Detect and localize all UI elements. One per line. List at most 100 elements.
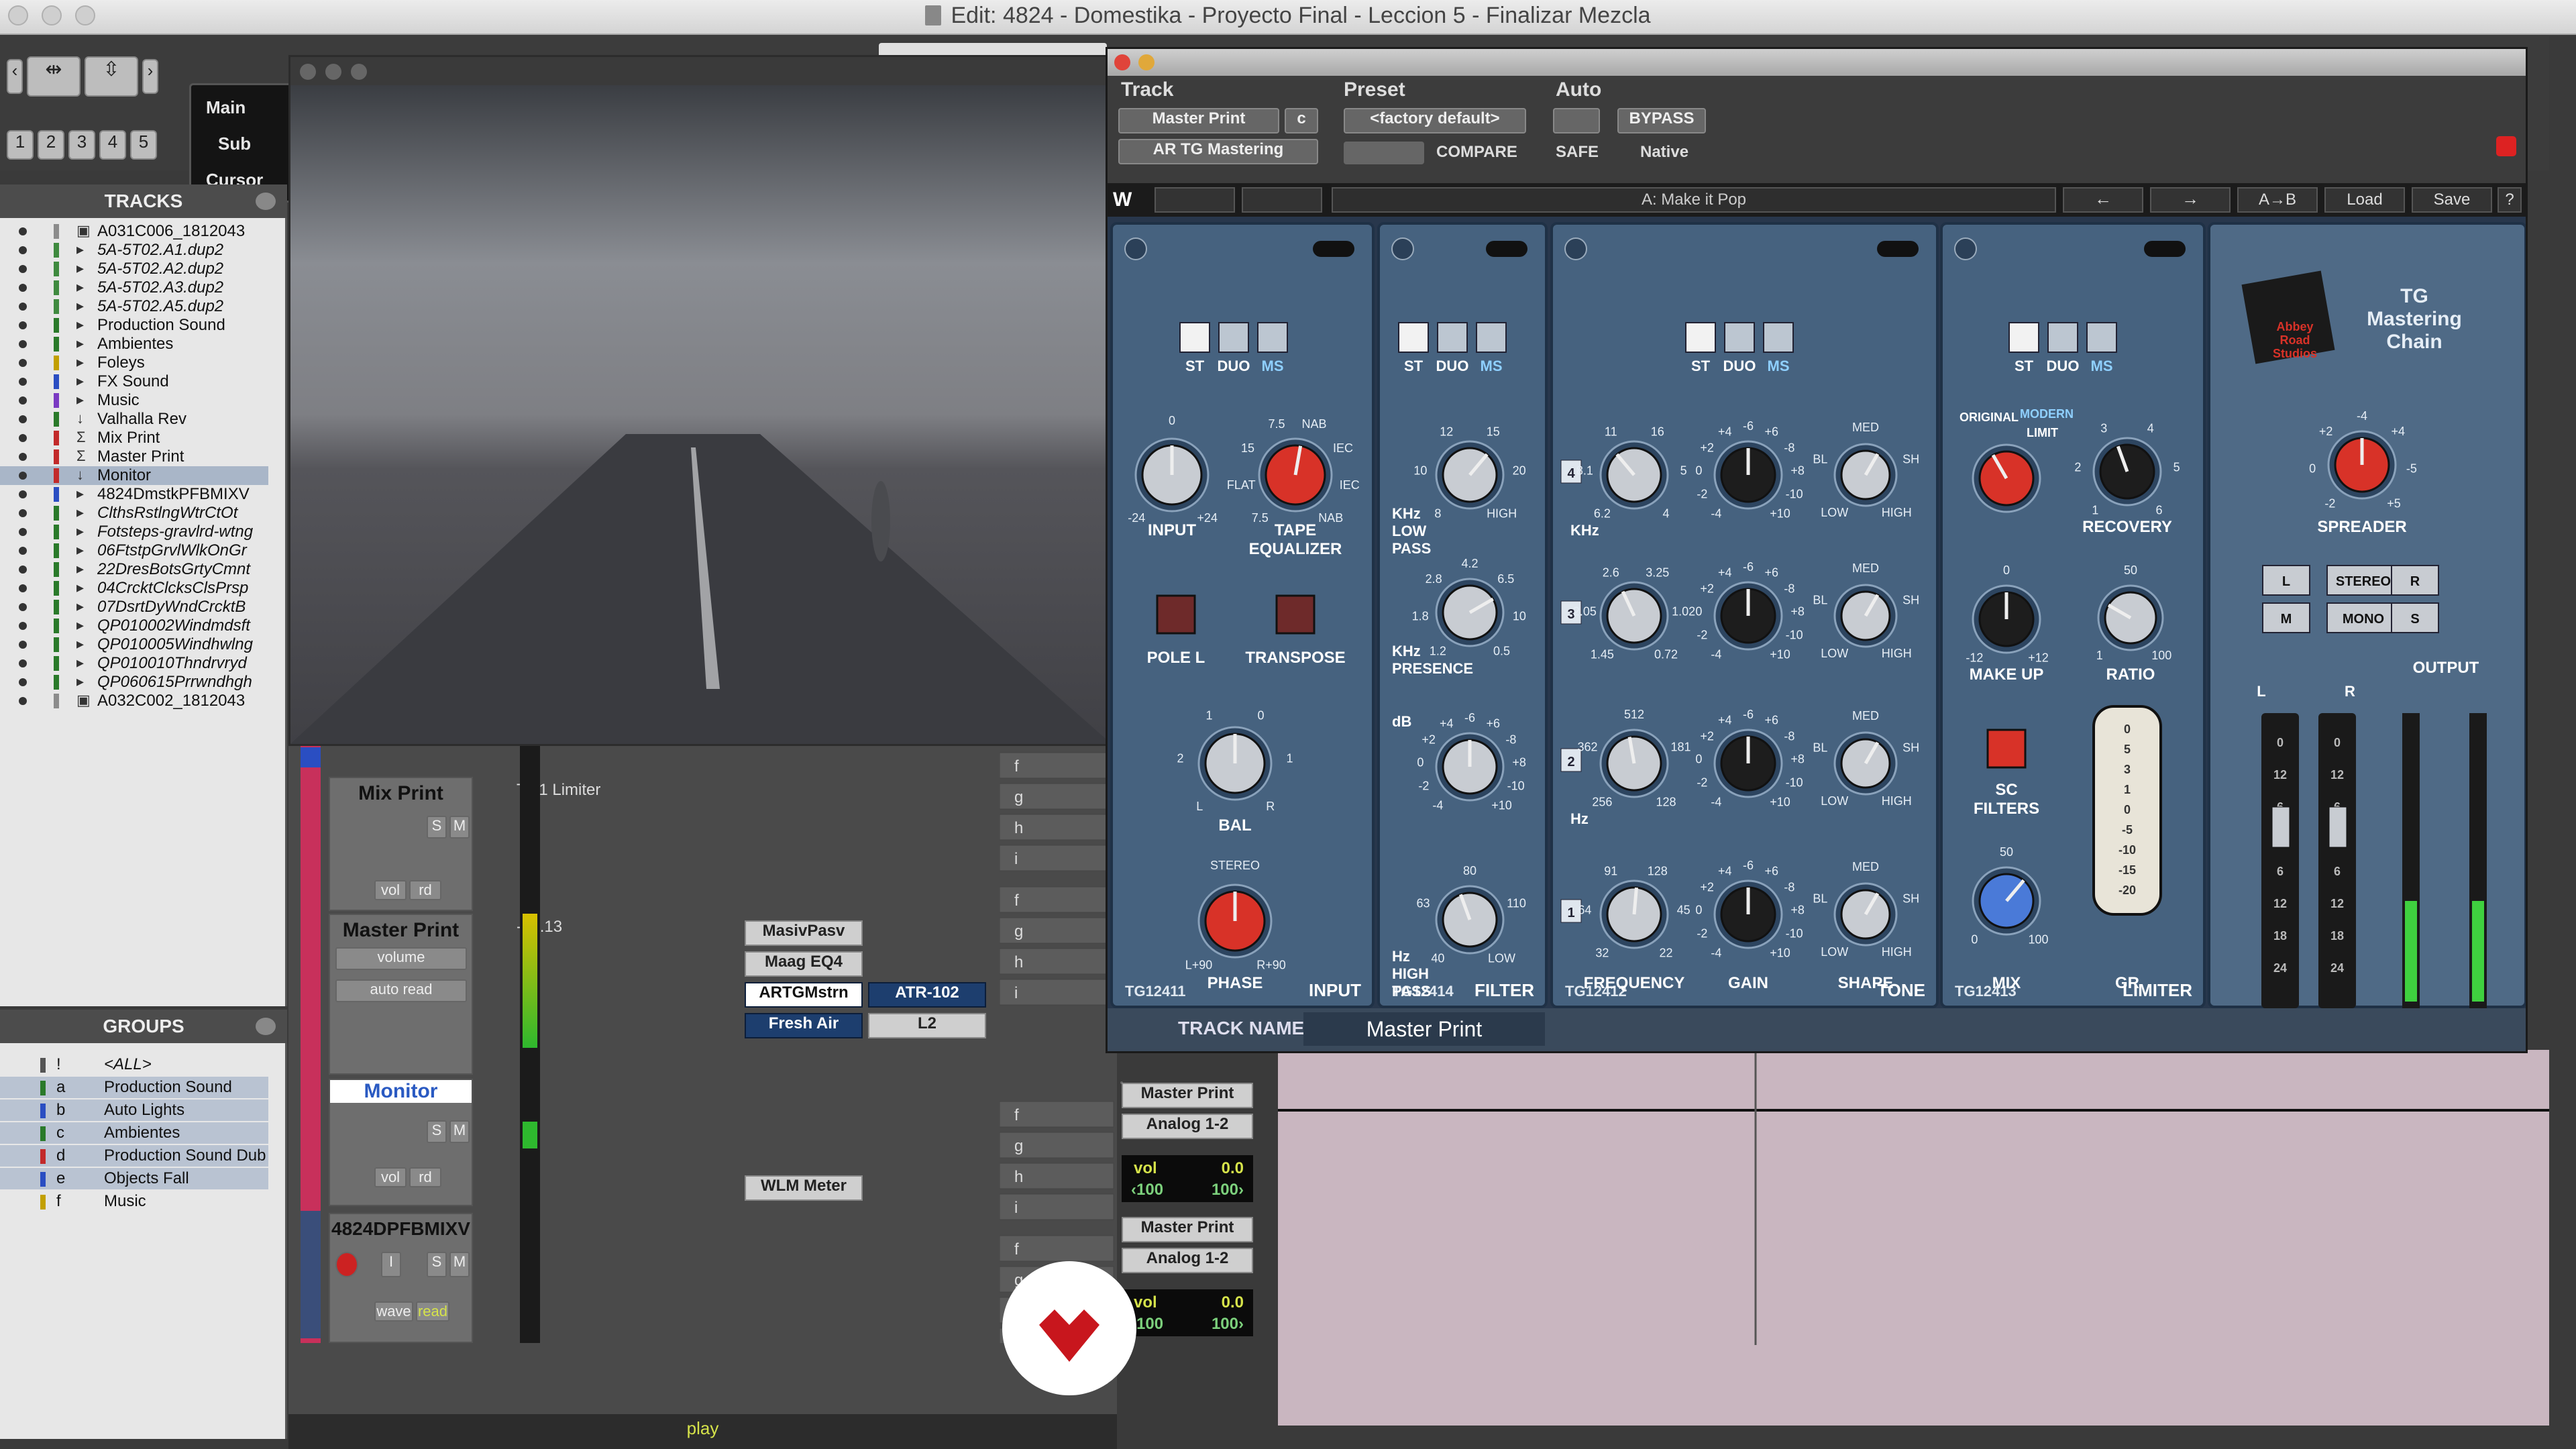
tracks-menu-icon[interactable] bbox=[256, 193, 276, 210]
track-row[interactable]: ▸ Production Sound bbox=[0, 316, 268, 335]
monitor-input[interactable]: Analog 1-2 bbox=[1122, 1114, 1253, 1139]
track-row[interactable]: ▸ FX Sound bbox=[0, 372, 268, 391]
help-button[interactable]: ? bbox=[2498, 187, 2522, 213]
track-show-dot[interactable] bbox=[19, 584, 27, 592]
track-row[interactable]: ▸ 5A-5T02.A5.dup2 bbox=[0, 297, 268, 316]
group-row[interactable]: a Production Sound bbox=[0, 1077, 268, 1098]
load-button[interactable]: Load bbox=[2324, 187, 2405, 213]
track-show-dot[interactable] bbox=[19, 678, 27, 686]
group-row[interactable]: ! <ALL> bbox=[0, 1054, 268, 1075]
track-row[interactable]: ▸ 5A-5T02.A3.dup2 bbox=[0, 278, 268, 297]
track-row[interactable]: ▸ 04CrcktClcksClsPrsp bbox=[0, 579, 268, 598]
track-show-dot[interactable] bbox=[19, 472, 27, 480]
sc-filters-button[interactable] bbox=[1986, 729, 2027, 769]
track-row[interactable]: ▸ Foleys bbox=[0, 354, 268, 372]
strip-name[interactable]: Master Print bbox=[330, 919, 472, 942]
track-show-dot[interactable] bbox=[19, 227, 27, 235]
tone-mode-duo[interactable] bbox=[1724, 322, 1755, 353]
save-button[interactable]: Save bbox=[2412, 187, 2492, 213]
insert-maag-eq4[interactable]: Maag EQ4 bbox=[745, 951, 863, 977]
safe-button[interactable]: SAFE bbox=[1556, 143, 1599, 162]
band1-frequency-knob[interactable] bbox=[1599, 879, 1669, 949]
track-show-dot[interactable] bbox=[19, 641, 27, 649]
track-row[interactable]: Σ Mix Print bbox=[0, 429, 268, 447]
undo-button[interactable] bbox=[1155, 187, 1235, 213]
track-input[interactable]: Analog 1-2 bbox=[1122, 1248, 1253, 1273]
tone-mode-st[interactable] bbox=[1685, 322, 1716, 353]
makeup-knob[interactable] bbox=[1972, 584, 2041, 654]
group-row[interactable]: c Ambientes bbox=[0, 1122, 268, 1144]
track-show-dot[interactable] bbox=[19, 622, 27, 630]
power-icon[interactable] bbox=[1124, 237, 1147, 260]
recovery-knob[interactable] bbox=[2092, 437, 2162, 506]
input-monitor-button[interactable]: I bbox=[381, 1252, 401, 1277]
toggle-switch[interactable] bbox=[1486, 241, 1527, 257]
automation-mode[interactable]: volume bbox=[335, 947, 467, 970]
track-row[interactable]: ▸ QP010005Windhwlng bbox=[0, 635, 268, 654]
limiter-mode-st[interactable] bbox=[2008, 322, 2039, 353]
track-row[interactable]: ▸ Ambientes bbox=[0, 335, 268, 354]
balance-knob[interactable] bbox=[1197, 726, 1273, 801]
input-knob[interactable] bbox=[1134, 437, 1210, 513]
solo-button[interactable]: S bbox=[427, 1252, 447, 1277]
band2-shape-knob[interactable] bbox=[1833, 731, 1898, 796]
group-row[interactable]: f Music bbox=[0, 1191, 268, 1212]
zoom-preset-3[interactable]: 3 bbox=[68, 130, 95, 160]
group-row[interactable]: b Auto Lights bbox=[0, 1099, 268, 1121]
video-zoom-button[interactable] bbox=[351, 64, 367, 80]
group-row[interactable]: d Production Sound Dub bbox=[0, 1145, 268, 1167]
track-row[interactable]: ▸ Fotsteps-gravlrd-wtng bbox=[0, 523, 268, 541]
filter-mode-ms[interactable] bbox=[1476, 322, 1507, 353]
track-row[interactable]: ▸ QP010010Thndrvryd bbox=[0, 654, 268, 673]
high-pass-knob[interactable] bbox=[1435, 885, 1505, 955]
band1-shape-knob[interactable] bbox=[1833, 882, 1898, 947]
automation-icon[interactable] bbox=[1553, 108, 1600, 133]
video-window[interactable] bbox=[288, 55, 1114, 746]
track-show-dot[interactable] bbox=[19, 246, 27, 254]
track-row[interactable]: ▸ 4824DmstkPFBMIXV bbox=[0, 485, 268, 504]
track-name-value[interactable]: Master Print bbox=[1303, 1012, 1545, 1046]
filter-mode-st[interactable] bbox=[1398, 322, 1429, 353]
band1-gain-knob[interactable] bbox=[1713, 879, 1783, 949]
preset-arrows-icon[interactable] bbox=[1344, 142, 1424, 164]
edit-timeline[interactable] bbox=[1278, 1050, 2553, 1426]
track-row[interactable]: ▸ 07DsrtDyWndCrcktB bbox=[0, 598, 268, 616]
track-row[interactable]: Σ Master Print bbox=[0, 447, 268, 466]
track-row[interactable]: ▸ QP060615Prrwndhgh bbox=[0, 673, 268, 692]
mute-button[interactable]: M bbox=[449, 816, 470, 839]
power-icon[interactable] bbox=[1391, 237, 1414, 260]
toggle-switch[interactable] bbox=[1313, 241, 1354, 257]
track-row[interactable]: ↓ Valhalla Rev bbox=[0, 410, 268, 429]
track-show-dot[interactable] bbox=[19, 396, 27, 405]
compare-button[interactable]: COMPARE bbox=[1436, 143, 1517, 162]
input-mode-st[interactable] bbox=[1179, 322, 1210, 353]
track-row[interactable]: ▸ 5A-5T02.A1.dup2 bbox=[0, 241, 268, 260]
insert-wlm-meter[interactable]: WLM Meter bbox=[745, 1175, 863, 1201]
ratio-knob[interactable] bbox=[2097, 584, 2164, 651]
track-row[interactable]: ▣ A031C006_1812043 bbox=[0, 222, 268, 241]
zoom-vertical-icon[interactable]: ⇳ bbox=[85, 56, 138, 97]
track-row[interactable]: ▸ 06FtstpGrvlWlkOnGr bbox=[0, 541, 268, 560]
band4-shape-knob[interactable] bbox=[1833, 443, 1898, 507]
track-row[interactable]: ▸ QP010002Windmdsft bbox=[0, 616, 268, 635]
track-selector[interactable]: Master Print bbox=[1118, 108, 1279, 133]
dsp-toggle-icon[interactable] bbox=[2496, 136, 2516, 156]
track-row[interactable]: ↓ Monitor bbox=[0, 466, 268, 485]
limit-mode-knob[interactable] bbox=[1972, 443, 2041, 513]
input-mode-duo[interactable] bbox=[1218, 322, 1249, 353]
track-show-dot[interactable] bbox=[19, 265, 27, 273]
view-mode[interactable]: wave bbox=[374, 1301, 413, 1322]
read-mode[interactable]: read bbox=[416, 1301, 449, 1322]
toggle-switch[interactable] bbox=[2144, 241, 2186, 257]
track-show-dot[interactable] bbox=[19, 303, 27, 311]
mix-knob[interactable] bbox=[1972, 866, 2041, 936]
band3-gain-knob[interactable] bbox=[1713, 581, 1783, 651]
band3-shape-knob[interactable] bbox=[1833, 584, 1898, 648]
track-show-dot[interactable] bbox=[19, 284, 27, 292]
bypass-button[interactable]: BYPASS bbox=[1617, 108, 1706, 133]
low-pass-knob[interactable] bbox=[1435, 440, 1505, 510]
toggle-switch[interactable] bbox=[1877, 241, 1919, 257]
power-icon[interactable] bbox=[1954, 237, 1977, 260]
presence-gain-knob[interactable] bbox=[1435, 732, 1505, 802]
band4-frequency-knob[interactable] bbox=[1599, 440, 1669, 510]
